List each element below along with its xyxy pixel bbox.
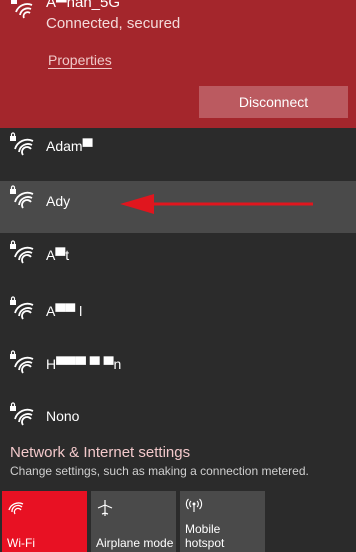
- wifi-secured-icon: [10, 132, 34, 156]
- tile-label-line2: hotspot: [185, 536, 225, 550]
- red-arrow-icon: [120, 194, 313, 214]
- network-name: Adam▀: [46, 138, 93, 154]
- connected-network-name: A▀nan_5G: [46, 0, 121, 11]
- wifi-secured-icon: [11, 0, 33, 19]
- network-item[interactable]: H▀▀▀ ▀ ▀n: [0, 346, 356, 396]
- airplane-icon: [97, 500, 113, 516]
- network-settings-link[interactable]: Network & Internet settings: [10, 444, 190, 461]
- connection-status: Connected, secured: [46, 15, 181, 32]
- tile-label: Airplane mode: [96, 536, 174, 550]
- connected-network-panel[interactable]: A▀nan_5G Connected, secured Properties D…: [0, 0, 356, 128]
- wifi-secured-icon: [10, 185, 34, 209]
- airplane-mode-tile[interactable]: Airplane mode: [91, 491, 176, 552]
- wifi-secured-icon: [10, 402, 34, 426]
- tile-label: Wi-Fi: [7, 536, 35, 550]
- network-settings-description: Change settings, such as making a connec…: [10, 464, 309, 478]
- wifi-secured-icon: [10, 240, 34, 264]
- wifi-secured-icon: [10, 296, 34, 320]
- disconnect-button[interactable]: Disconnect: [199, 86, 348, 118]
- network-name: Ady: [46, 193, 71, 209]
- wifi-toggle-tile[interactable]: Wi-Fi: [2, 491, 87, 552]
- network-item[interactable]: Adam▀: [0, 128, 356, 178]
- network-item[interactable]: A▀t: [0, 236, 356, 286]
- network-name: A▀t: [46, 247, 70, 263]
- network-item[interactable]: Nono: [0, 398, 356, 438]
- properties-link[interactable]: Properties: [48, 52, 112, 68]
- wifi-secured-icon: [10, 350, 34, 374]
- network-name: H▀▀▀ ▀ ▀n: [46, 356, 122, 372]
- wifi-icon: [8, 502, 24, 515]
- hotspot-icon: [185, 498, 203, 512]
- network-name: A▀▀ l: [46, 303, 83, 319]
- tile-label-line1: Mobile: [185, 522, 221, 536]
- mobile-hotspot-tile[interactable]: Mobile hotspot: [180, 491, 265, 552]
- network-name: Nono: [46, 408, 80, 424]
- network-item[interactable]: A▀▀ l: [0, 292, 356, 342]
- tile-label: Mobile hotspot: [185, 522, 224, 550]
